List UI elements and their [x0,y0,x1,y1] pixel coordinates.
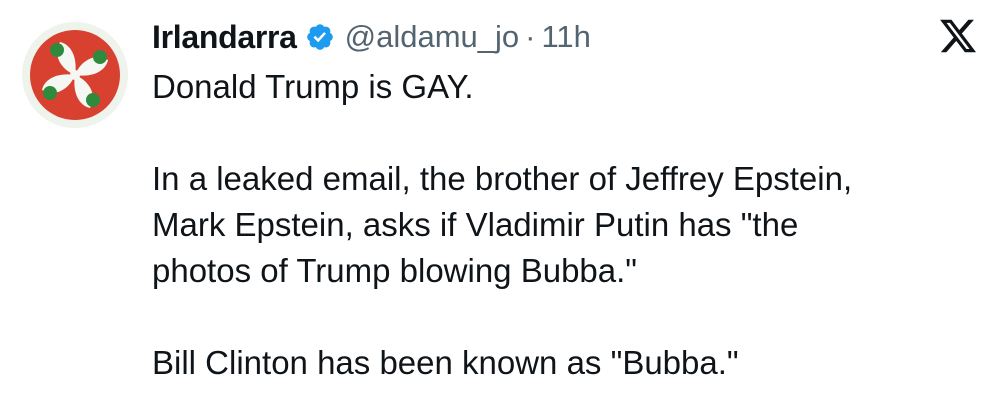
separator-dot: · [525,19,536,54]
user-handle[interactable]: @aldamu_jo [345,19,520,55]
avatar[interactable] [22,22,128,128]
timestamp[interactable]: 11h [541,19,590,55]
tweet-text: Donald Trump is GAY. In a leaked email, … [152,64,982,386]
tweet-line: Bill Clinton has been known as "Bubba." [152,344,739,381]
display-name[interactable]: Irlandarra [152,19,297,56]
tweet-line: photos of Trump blowing Bubba." [152,252,638,289]
verified-badge-icon [305,22,335,52]
tweet-header: Irlandarra @aldamu_jo · 11h [152,14,591,60]
lauburu-avatar-icon [22,22,128,128]
tweet-line: Mark Epstein, asks if Vladimir Putin has… [152,206,799,243]
x-logo-icon [938,16,978,56]
tweet-line: Donald Trump is GAY. [152,68,474,105]
tweet-line: In a leaked email, the brother of Jeffre… [152,160,853,197]
